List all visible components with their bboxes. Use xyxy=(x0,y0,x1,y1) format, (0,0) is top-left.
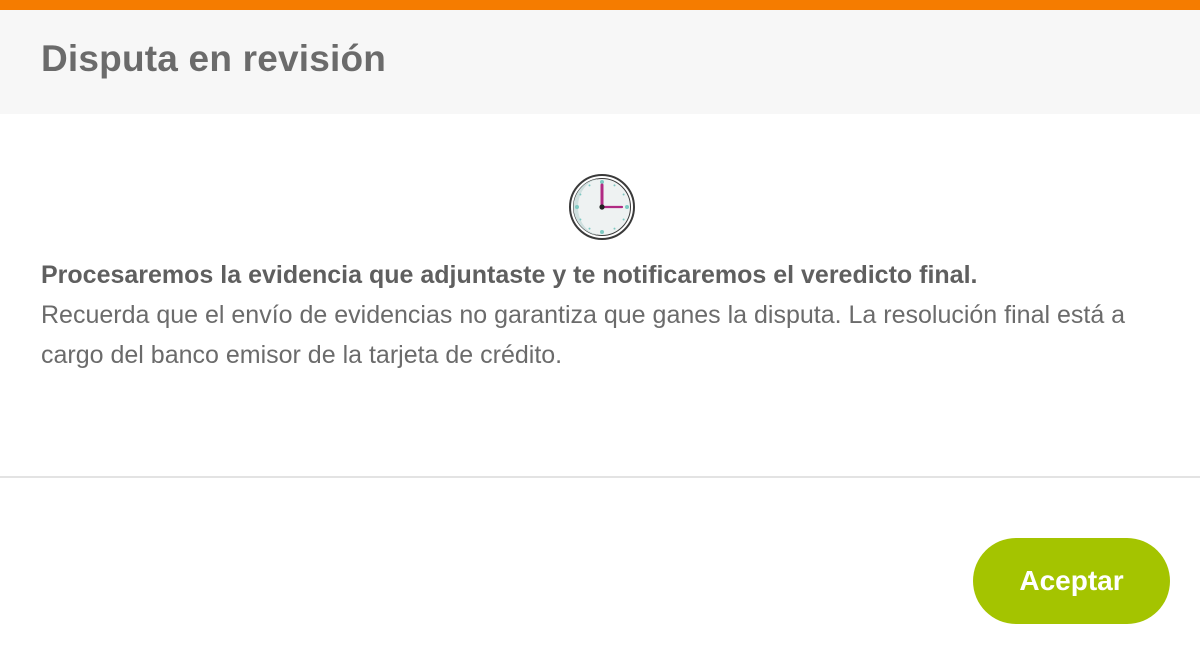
clock-icon xyxy=(568,173,636,241)
footer-divider xyxy=(0,476,1200,478)
dispute-review-dialog: Disputa en revisión Procesaremos la evid… xyxy=(0,0,1200,664)
accept-button[interactable]: Aceptar xyxy=(973,538,1170,624)
dialog-title: Disputa en revisión xyxy=(41,38,387,79)
message-lead: Procesaremos la evidencia que adjuntaste… xyxy=(41,261,978,289)
dialog-header: Disputa en revisión xyxy=(0,10,1200,114)
top-accent-bar xyxy=(0,0,1200,10)
dialog-message: Procesaremos la evidencia que adjuntaste… xyxy=(41,255,1161,375)
message-body: Recuerda que el envío de evidencias no g… xyxy=(41,301,1126,369)
